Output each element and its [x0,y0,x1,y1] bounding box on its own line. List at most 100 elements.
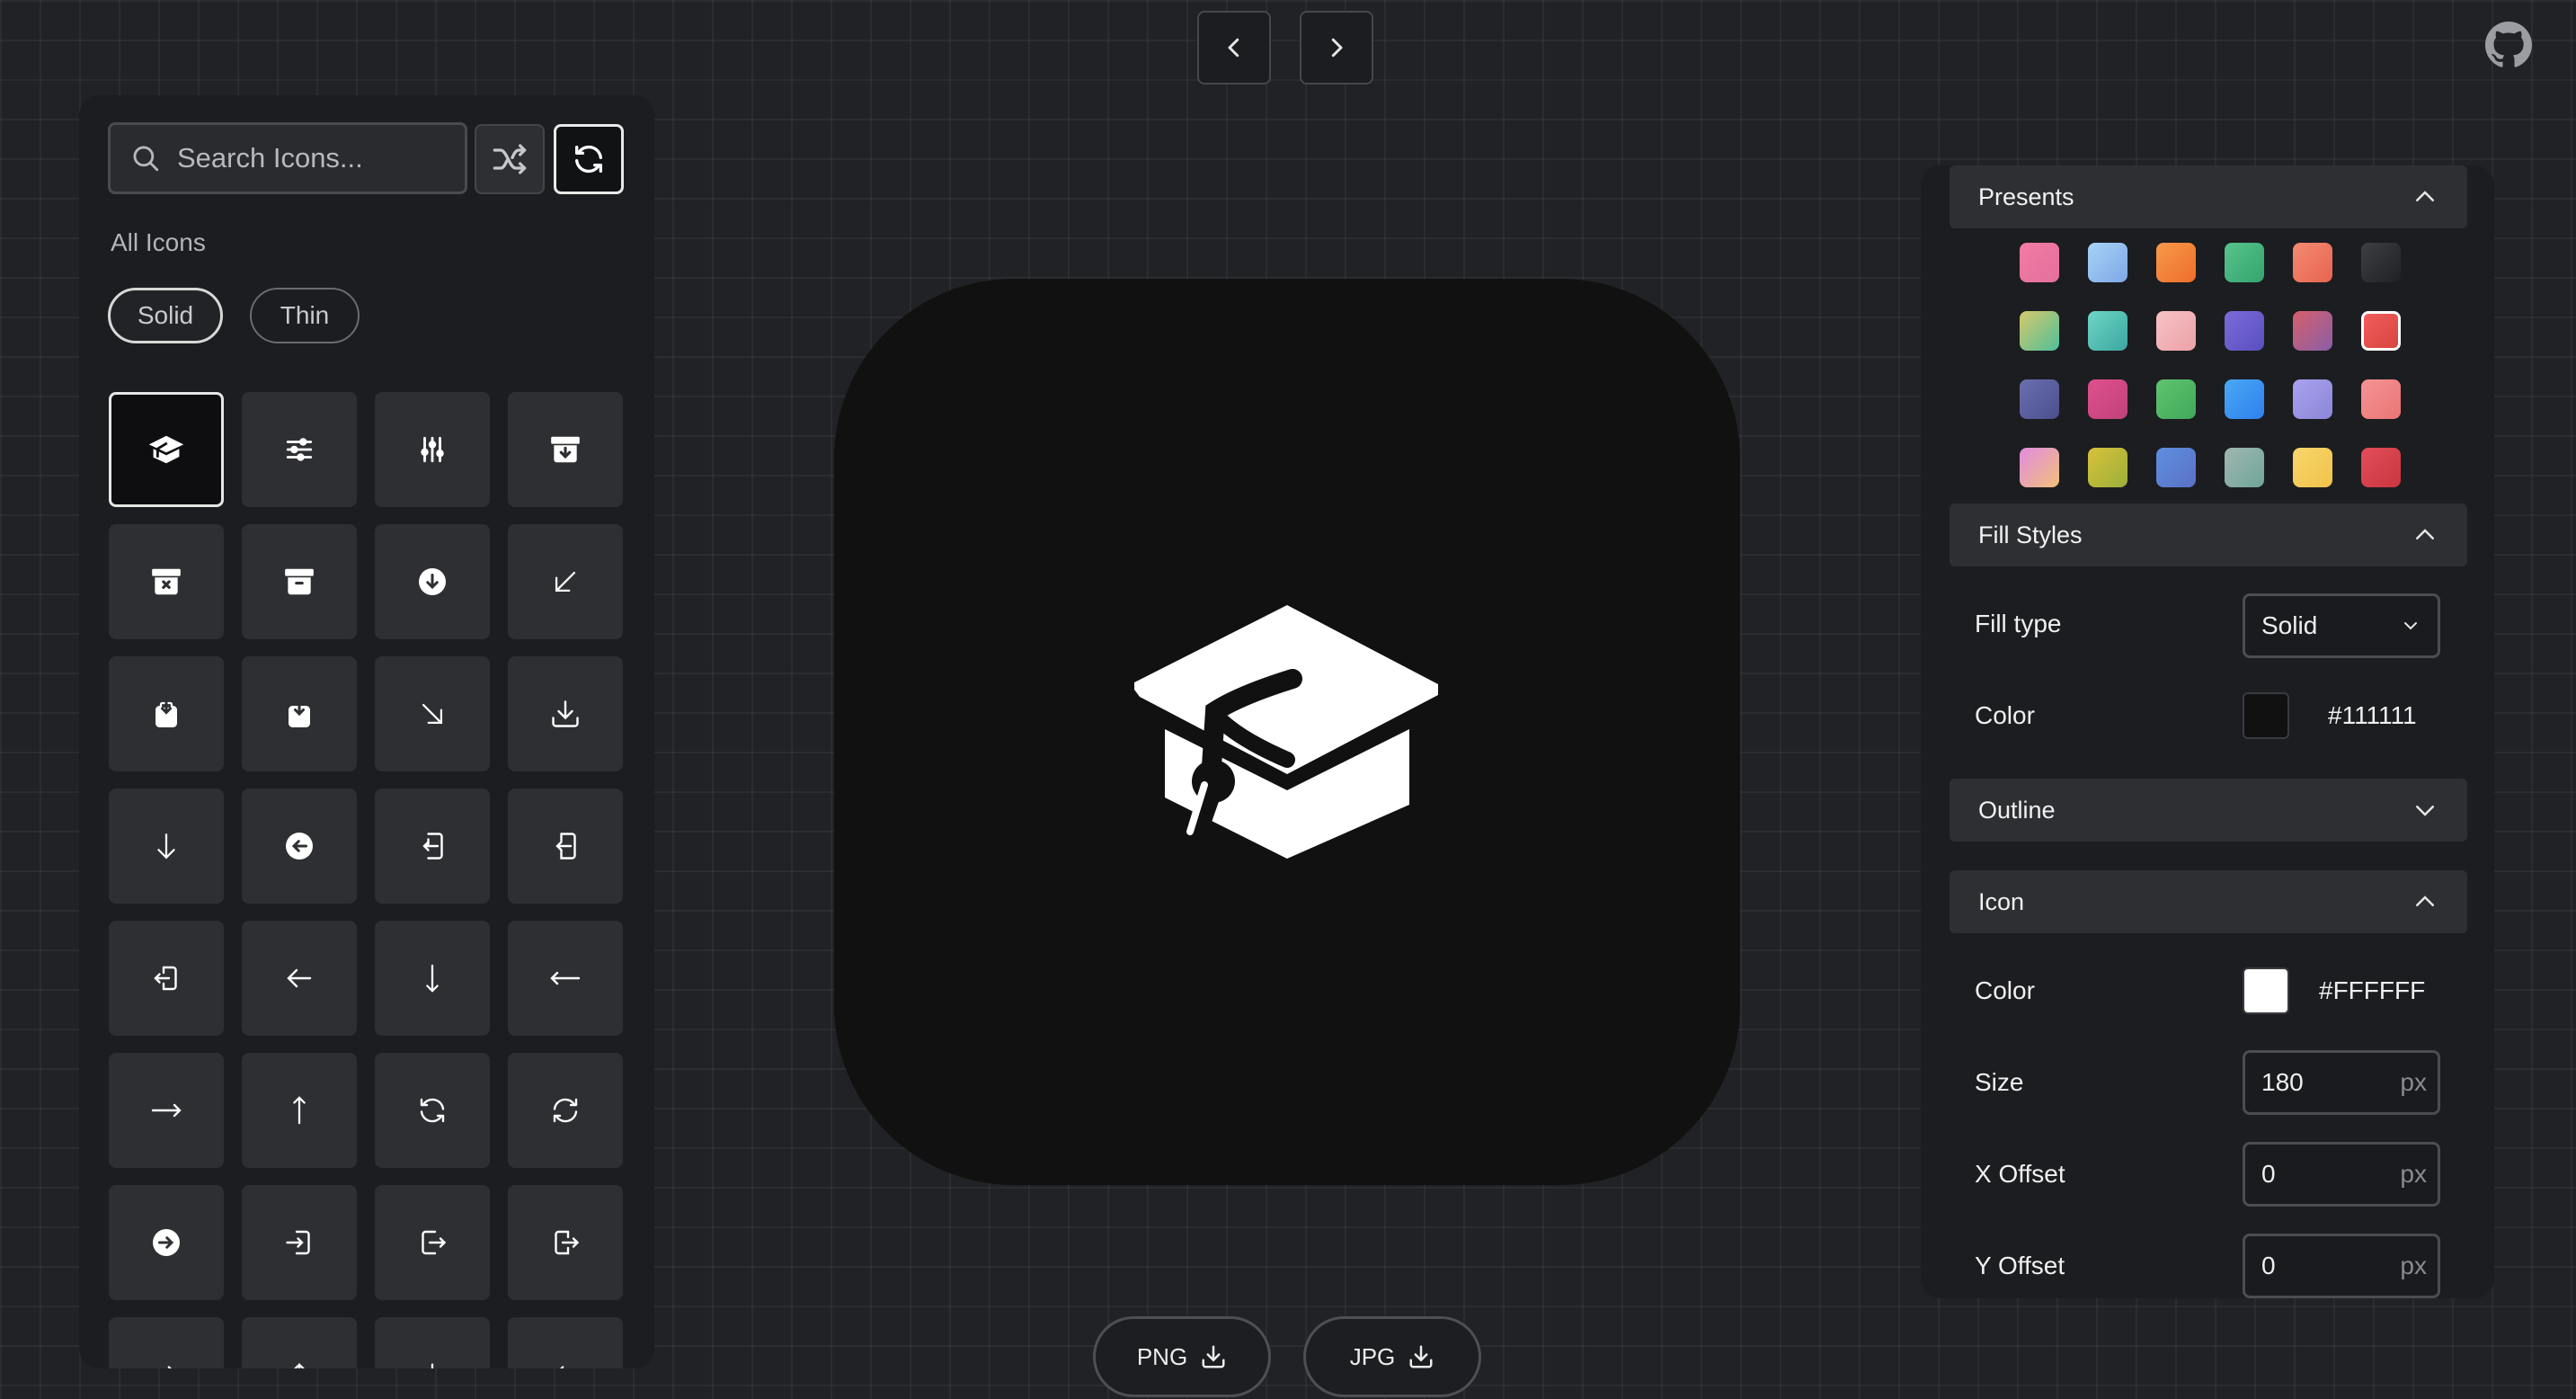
icon-tile-circle-arrow-down[interactable] [375,524,490,639]
icon-tile-archive-x[interactable] [109,524,224,639]
outline-section-header[interactable]: Outline [1950,779,2467,842]
icon-tile-download[interactable] [508,656,623,771]
arrow-icon [294,1363,305,1368]
icon-tile-login-right[interactable] [242,1185,357,1300]
preset-swatch[interactable] [2361,243,2401,282]
icon-tile-circle-arrow-left[interactable] [242,789,357,904]
icon-tile-arrow-partial[interactable] [109,1317,224,1368]
preset-swatch[interactable] [2361,311,2401,351]
circle-arrow-right-icon [153,1229,180,1256]
download-jpg-button[interactable]: JPG [1303,1316,1481,1397]
icon-tile-arrow-down[interactable] [109,789,224,904]
download-png-button[interactable]: PNG [1093,1316,1271,1397]
logout-left-icon [154,966,177,991]
shuffle-button[interactable] [475,124,545,194]
icon-tile-arrow-right[interactable] [109,1053,224,1168]
icon-tile-clipboard-download[interactable] [109,656,224,771]
icon-tile-refresh-alt[interactable] [508,1053,623,1168]
icon-tile-login-left-alt[interactable] [508,789,623,904]
icon-tile-arrow-partial[interactable] [375,1317,490,1368]
x-offset-input[interactable]: 0 px [2243,1142,2440,1207]
search-input[interactable]: Search Icons... [108,122,467,194]
preset-swatch[interactable] [2293,243,2332,282]
preset-swatch[interactable] [2225,448,2264,487]
fill-type-select[interactable]: Solid [2243,593,2440,658]
preset-swatch[interactable] [2225,311,2264,351]
preset-swatch[interactable] [2088,311,2127,351]
icon-tile-arrow-down-left[interactable] [508,524,623,639]
download-icon [1202,1345,1225,1368]
arrow-left-icon [287,968,312,988]
icon-tile-refresh[interactable] [375,1053,490,1168]
icon-tile-logout-right-alt[interactable] [508,1185,623,1300]
icon-tile-arrow-left-thin[interactable] [508,921,623,1036]
preset-swatch[interactable] [2156,448,2196,487]
icon-tile-login-left[interactable] [375,789,490,904]
login-right-icon [286,1230,310,1255]
login-left-alt-icon [555,833,576,860]
icon-tile-graduation-cap[interactable] [109,392,224,507]
chevron-up-icon [2416,529,2434,539]
jpg-label: JPG [1349,1342,1396,1370]
icon-size-input[interactable]: 180 px [2243,1050,2440,1115]
icon-section-header[interactable]: Icon [1950,870,2467,933]
x-offset-value: 0 [2261,1160,2276,1188]
x-offset-label: X Offset [1975,1160,2065,1188]
preset-swatch[interactable] [2156,379,2196,419]
icon-tile-logout-right[interactable] [375,1185,490,1300]
next-icon-button[interactable] [1300,11,1373,85]
icon-tile-sliders-vertical[interactable] [375,392,490,507]
preset-swatch[interactable] [2293,379,2332,419]
icon-tile-arrow-down-right[interactable] [375,656,490,771]
icon-tile-archive[interactable] [242,524,357,639]
arrow-down-thin-icon [426,964,439,993]
presets-section-header[interactable]: Presents [1950,165,2467,228]
icon-tile-arrow-up[interactable] [242,1053,357,1168]
refresh-alt-icon [553,1098,578,1123]
clipboard-download-solid-icon [289,699,310,727]
preset-swatch[interactable] [2156,311,2196,351]
icon-tile-logout-left[interactable] [109,921,224,1036]
icon-tile-archive-down[interactable] [508,392,623,507]
preset-swatch[interactable] [2361,379,2401,419]
icon-color-value[interactable]: #FFFFFF [2319,976,2425,1005]
preset-swatch[interactable] [2293,448,2332,487]
refresh-icon [575,145,602,174]
preset-swatch[interactable] [2225,379,2264,419]
fill-styles-section-header[interactable]: Fill Styles [1950,503,2467,566]
y-offset-input[interactable]: 0 px [2243,1234,2440,1298]
archive-x-icon [152,568,181,595]
png-label: PNG [1136,1342,1188,1370]
chevron-down-icon [2404,622,2417,630]
icon-tile-arrow-partial[interactable] [242,1317,357,1368]
preset-swatch[interactable] [2361,448,2401,487]
style-filter-thin[interactable]: Thin [250,288,360,343]
previous-icon-button[interactable] [1197,11,1271,85]
reset-button[interactable] [554,124,624,194]
chevron-right-icon [1331,38,1343,58]
preset-swatch[interactable] [2020,311,2059,351]
x-offset-unit: px [2400,1160,2427,1188]
preset-swatch[interactable] [2020,448,2059,487]
preset-swatch[interactable] [2225,243,2264,282]
fill-color-swatch[interactable] [2243,692,2289,739]
icon-tile-arrow-partial[interactable] [508,1317,623,1368]
icon-tile-arrow-left[interactable] [242,921,357,1036]
search-placeholder: Search Icons... [177,142,363,174]
preset-swatch[interactable] [2020,379,2059,419]
preset-swatch[interactable] [2293,311,2332,351]
preset-swatch[interactable] [2088,379,2127,419]
style-filter-solid[interactable]: Solid [108,288,223,343]
preset-swatch[interactable] [2088,243,2127,282]
icon-color-swatch[interactable] [2243,967,2289,1014]
preset-swatch[interactable] [2088,448,2127,487]
preset-swatch[interactable] [2156,243,2196,282]
icon-tile-clipboard-download-solid[interactable] [242,656,357,771]
icon-tile-sliders-horizontal[interactable] [242,392,357,507]
fill-color-value[interactable]: #111111 [2328,701,2417,730]
icon-tile-circle-arrow-right[interactable] [109,1185,224,1300]
icon-library-panel: Search Icons... All Icons Solid Thin [79,95,654,1368]
icon-tile-arrow-down-thin[interactable] [375,921,490,1036]
preset-swatch[interactable] [2020,243,2059,282]
github-link[interactable] [2485,22,2532,68]
